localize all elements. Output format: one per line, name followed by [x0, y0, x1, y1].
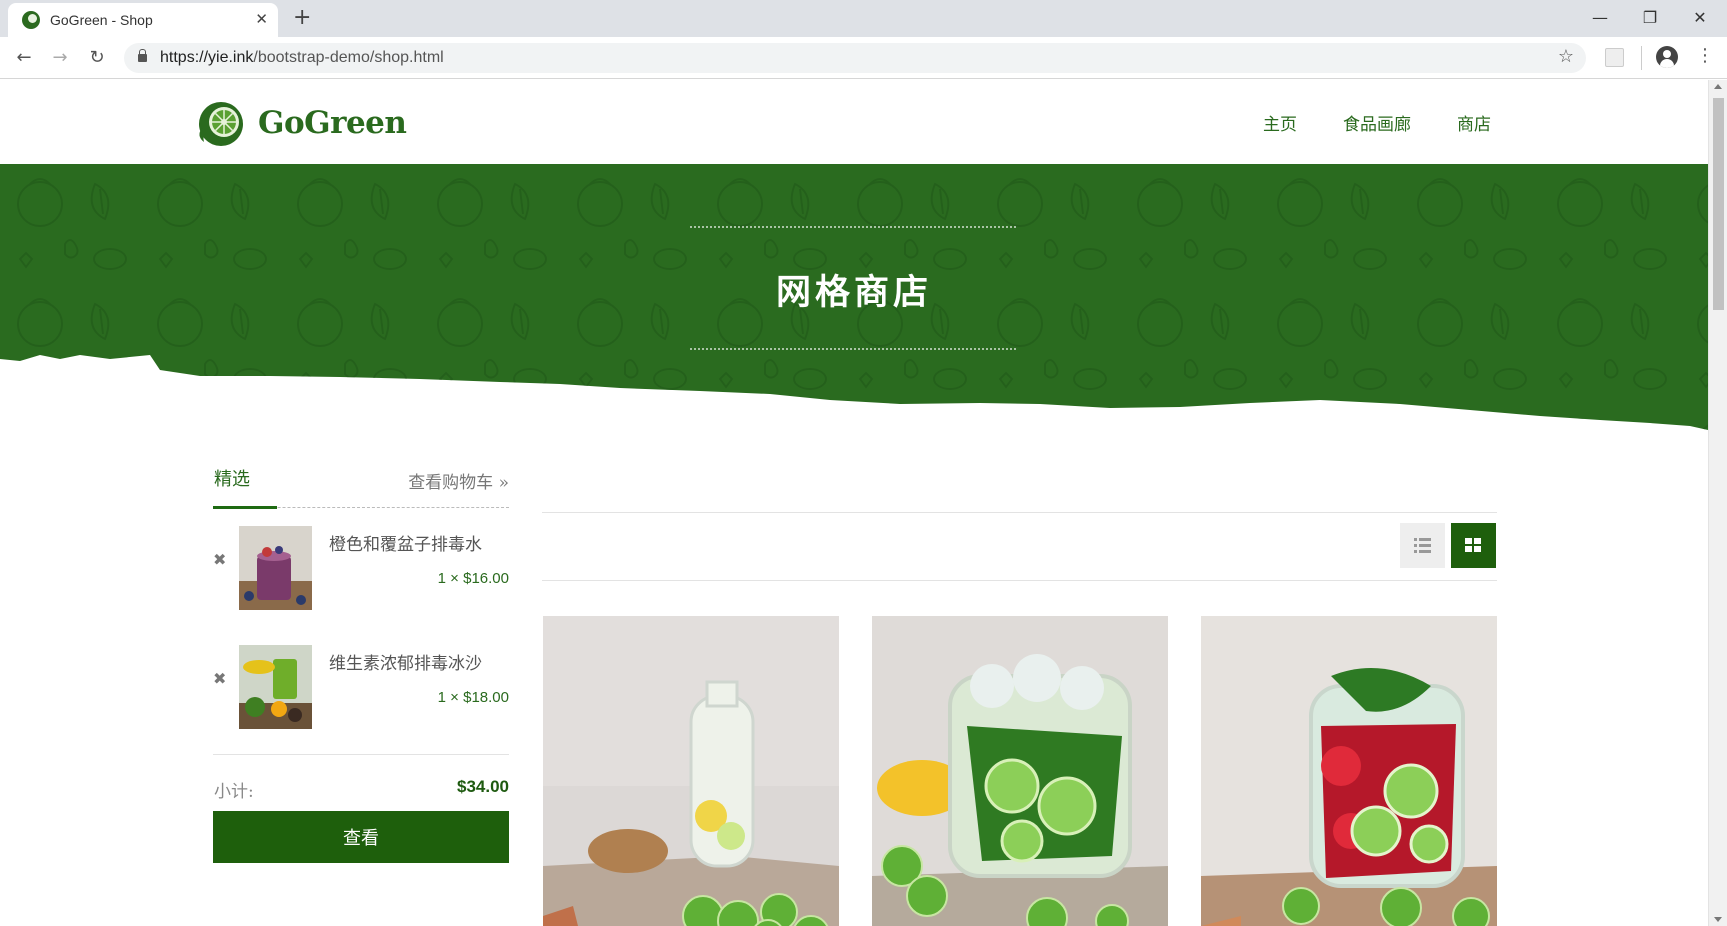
grid-view-icon [1465, 538, 1481, 552]
hero-banner: 网格商店 [0, 164, 1708, 454]
reload-icon[interactable]: ↻ [84, 45, 110, 71]
product-card[interactable] [872, 616, 1168, 926]
cart-sidebar: 精选 查看购物车 » ✖ 橙色和覆盆子排毒水 1 × $16.00 ✖ 维生素浓… [213, 460, 509, 863]
scroll-thumb[interactable] [1713, 98, 1724, 310]
product-thumbnail[interactable] [239, 645, 312, 729]
list-view-button[interactable] [1400, 523, 1445, 568]
page-title: 网格商店 [775, 272, 932, 313]
remove-item-icon[interactable]: ✖ [213, 550, 226, 569]
cart-item: ✖ 橙色和覆盆子排毒水 1 × $16.00 [213, 508, 509, 627]
page-scrollbar[interactable] [1708, 80, 1727, 926]
address-bar: ← → ↻ https://yie.ink/bootstrap-demo/sho… [0, 37, 1727, 79]
extension-icon[interactable] [1605, 48, 1624, 67]
subtotal-row: 小计: $34.00 [213, 755, 509, 811]
back-icon[interactable]: ← [11, 45, 37, 71]
product-thumbnail[interactable] [239, 526, 312, 610]
view-cart-button[interactable]: 查看 [213, 811, 509, 863]
favicon-icon [22, 11, 40, 29]
bookmark-star-icon[interactable]: ☆ [1558, 46, 1574, 67]
nav-home[interactable]: 主页 [1263, 110, 1297, 135]
minimize-icon[interactable]: — [1577, 4, 1623, 32]
cart-item-price: 1 × $18.00 [437, 689, 509, 706]
site-logo[interactable]: GoGreen [194, 98, 407, 148]
scroll-up-icon[interactable] [1714, 84, 1722, 89]
page-viewport: GoGreen 主页 食品画廊 商店 网格商店 精选 查看购物车 » ✖ 橙色和… [0, 80, 1708, 926]
restore-icon[interactable]: ❐ [1627, 4, 1673, 32]
product-image [1201, 616, 1497, 926]
product-toolbar [542, 512, 1497, 581]
nav-shop[interactable]: 商店 [1457, 110, 1491, 135]
new-tab-icon[interactable]: + [293, 5, 311, 30]
product-image [543, 616, 839, 926]
window-close-icon[interactable]: ✕ [1677, 4, 1723, 32]
subtotal-label: 小计: [214, 782, 254, 802]
product-card[interactable] [543, 616, 839, 926]
view-cart-link[interactable]: 查看购物车 » [408, 468, 509, 493]
subtotal-value: $34.00 [457, 777, 509, 796]
scroll-down-icon[interactable] [1714, 917, 1722, 922]
sidebar-tabs: 精选 查看购物车 » [213, 460, 509, 509]
remove-item-icon[interactable]: ✖ [213, 669, 226, 688]
lock-icon [138, 49, 147, 62]
product-card[interactable] [1201, 616, 1497, 926]
double-chevron-right-icon: » [498, 473, 509, 493]
browser-menu-icon[interactable]: ⋮ [1696, 45, 1714, 66]
list-view-icon [1414, 538, 1431, 553]
main-nav: 主页 食品画廊 商店 [1263, 110, 1491, 135]
logo-text: GoGreen [258, 105, 407, 141]
tab-close-icon[interactable]: ✕ [255, 10, 268, 28]
browser-tab-bar: GoGreen - Shop ✕ + — ❐ ✕ [0, 0, 1727, 37]
tab-featured[interactable]: 精选 [214, 465, 250, 491]
browser-tab[interactable]: GoGreen - Shop ✕ [8, 3, 278, 37]
tab-title: GoGreen - Shop [50, 12, 153, 28]
lime-logo-icon [194, 98, 250, 148]
profile-icon[interactable] [1656, 46, 1678, 68]
cart-item: ✖ 维生素浓郁排毒冰沙 1 × $18.00 [213, 627, 509, 746]
cart-item-name[interactable]: 橙色和覆盆子排毒水 [329, 530, 482, 555]
forward-icon[interactable]: → [47, 45, 73, 71]
url-text: https://yie.ink/bootstrap-demo/shop.html [160, 49, 444, 66]
toolbar-separator [1641, 46, 1642, 70]
product-image [872, 616, 1168, 926]
url-field[interactable]: https://yie.ink/bootstrap-demo/shop.html… [124, 43, 1586, 73]
cart-item-price: 1 × $16.00 [437, 570, 509, 587]
nav-food-gallery[interactable]: 食品画廊 [1343, 110, 1411, 135]
grid-view-button[interactable] [1451, 523, 1496, 568]
cart-item-name[interactable]: 维生素浓郁排毒冰沙 [329, 649, 482, 674]
hero-bottom-rule [690, 348, 1016, 350]
hero-top-rule [690, 226, 1016, 228]
site-header: GoGreen 主页 食品画廊 商店 [0, 80, 1708, 164]
